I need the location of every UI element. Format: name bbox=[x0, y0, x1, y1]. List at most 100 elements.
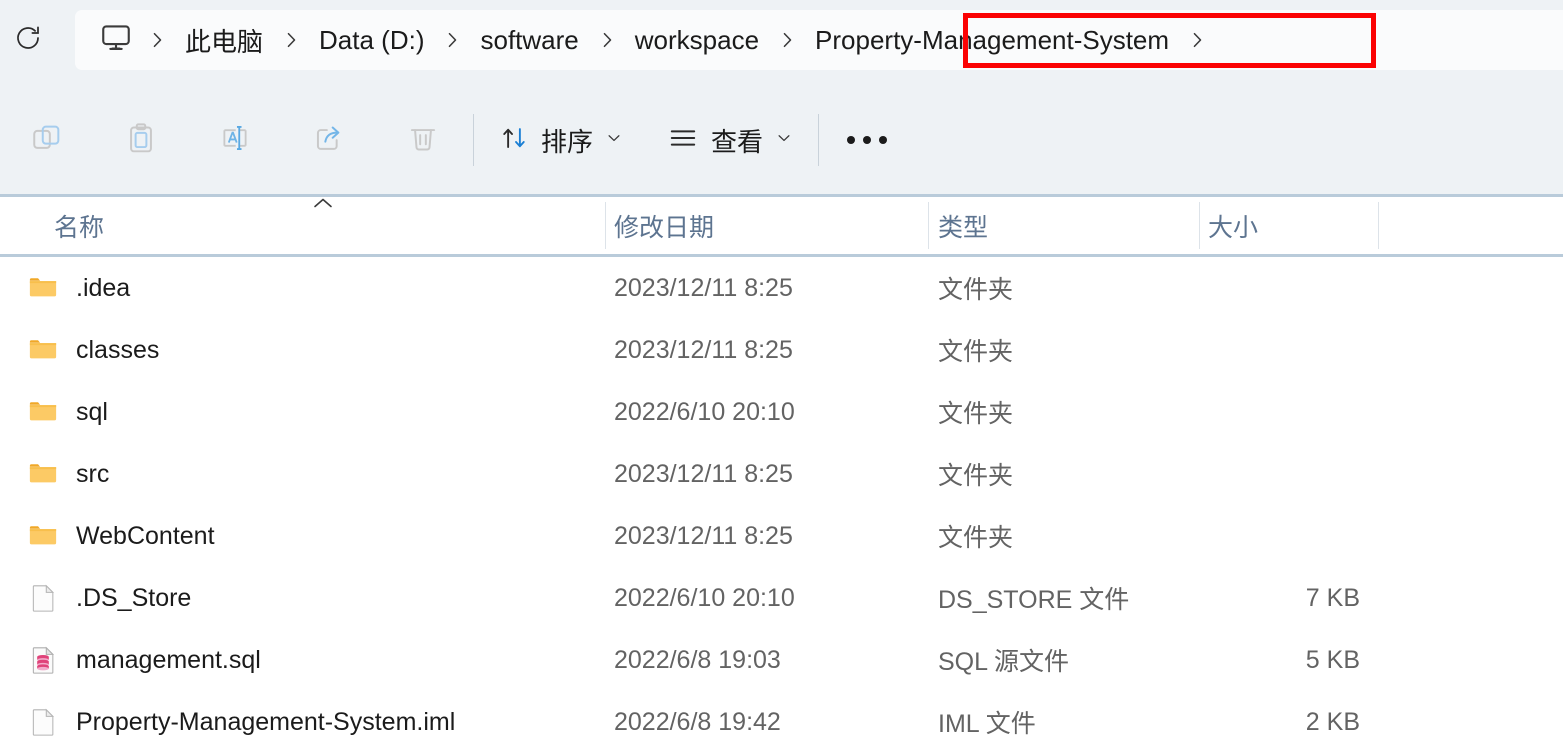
copy-button[interactable] bbox=[0, 106, 94, 174]
sort-button[interactable]: 排序 bbox=[477, 106, 645, 174]
file-name-label: Property-Management-System.iml bbox=[76, 707, 456, 736]
paste-button[interactable] bbox=[94, 106, 188, 174]
column-header-name[interactable]: 名称 bbox=[54, 197, 104, 254]
file-name-label: src bbox=[76, 459, 110, 488]
breadcrumb-separator-icon[interactable] bbox=[430, 30, 474, 50]
column-divider-size[interactable] bbox=[1378, 202, 1379, 249]
chevron-down-icon bbox=[775, 129, 793, 152]
file-name-label: classes bbox=[76, 335, 160, 364]
file-date-cell: 2023/12/11 8:25 bbox=[614, 335, 793, 364]
share-icon bbox=[312, 121, 346, 160]
file-size-cell bbox=[1208, 319, 1360, 381]
file-name-cell: src bbox=[28, 443, 109, 505]
file-name-cell: .idea bbox=[28, 257, 130, 319]
file-name-cell: WebContent bbox=[28, 505, 215, 567]
column-header-row: 名称 修改日期 类型 大小 bbox=[0, 197, 1563, 254]
file-size-cell bbox=[1208, 443, 1360, 505]
sort-icon bbox=[499, 123, 529, 158]
chevron-down-icon bbox=[605, 129, 623, 152]
file-size-cell bbox=[1208, 381, 1360, 443]
file-name-label: sql bbox=[76, 397, 108, 426]
list-view-icon bbox=[667, 122, 699, 159]
paste-icon bbox=[124, 121, 158, 160]
view-label: 查看 bbox=[711, 126, 764, 157]
monitor-icon bbox=[99, 20, 133, 61]
address-bar: 此电脑 Data (D:) software workspace Property-Ma… bbox=[0, 0, 1563, 80]
refresh-icon bbox=[13, 23, 43, 58]
file-name-label: .DS_Store bbox=[76, 583, 192, 612]
file-type-cell: 文件夹 bbox=[938, 524, 1014, 552]
more-options-button[interactable] bbox=[822, 106, 912, 174]
ellipsis-dot bbox=[863, 136, 872, 144]
file-type-cell: SQL 源文件 bbox=[938, 648, 1070, 676]
breadcrumb-item-0[interactable]: 此电脑 bbox=[179, 19, 269, 62]
command-toolbar: 排序 查看 bbox=[0, 84, 1563, 196]
breadcrumb-separator-icon[interactable] bbox=[135, 30, 179, 50]
file-date-cell: 2022/6/8 19:03 bbox=[614, 645, 781, 674]
column-header-type[interactable]: 类型 bbox=[938, 197, 988, 254]
toolbar-divider-2 bbox=[818, 114, 820, 166]
file-name-cell: sql bbox=[28, 381, 108, 443]
file-name-cell: .DS_Store bbox=[28, 567, 191, 629]
file-row[interactable]: classes 2023/12/11 8:25 文件夹 bbox=[0, 319, 1563, 381]
toolbar-divider-1 bbox=[473, 114, 474, 166]
folder-icon bbox=[28, 397, 58, 427]
file-date-cell: 2023/12/11 8:25 bbox=[614, 273, 793, 302]
file-date-cell: 2022/6/8 19:42 bbox=[614, 707, 781, 736]
file-type-cell: 文件夹 bbox=[938, 400, 1014, 428]
file-date-cell: 2023/12/11 8:25 bbox=[614, 459, 793, 488]
file-row[interactable]: .DS_Store 2022/6/10 20:10 DS_STORE 文件 7 KB bbox=[0, 567, 1563, 629]
breadcrumb-separator-icon[interactable] bbox=[585, 30, 629, 50]
file-size-cell: 7 KB bbox=[1305, 583, 1360, 612]
file-size-cell: 2 KB bbox=[1305, 707, 1360, 736]
rename-button[interactable] bbox=[188, 106, 282, 174]
file-list: .idea 2023/12/11 8:25 文件夹 classes 2023/12/11… bbox=[0, 257, 1563, 754]
breadcrumb-item-3[interactable]: workspace bbox=[629, 22, 765, 59]
file-icon bbox=[28, 583, 58, 613]
file-type-cell: IML 文件 bbox=[938, 710, 1036, 738]
breadcrumb-separator-icon[interactable] bbox=[765, 30, 809, 50]
view-button[interactable]: 查看 bbox=[645, 106, 815, 174]
file-type-cell: 文件夹 bbox=[938, 276, 1014, 304]
column-divider-date[interactable] bbox=[928, 202, 929, 249]
file-row[interactable]: .idea 2023/12/11 8:25 文件夹 bbox=[0, 257, 1563, 319]
breadcrumb-item-4[interactable]: Property-Management-System bbox=[809, 22, 1175, 59]
delete-button[interactable] bbox=[376, 106, 470, 174]
file-icon bbox=[28, 707, 58, 737]
file-name-cell: Property-Management-System.iml bbox=[28, 691, 455, 753]
column-header-size[interactable]: 大小 bbox=[1208, 197, 1258, 254]
folder-icon bbox=[28, 335, 58, 365]
file-row[interactable]: WebContent 2023/12/11 8:25 文件夹 bbox=[0, 505, 1563, 567]
sql-file-icon bbox=[28, 645, 58, 675]
file-date-cell: 2023/12/11 8:25 bbox=[614, 521, 793, 550]
rename-icon bbox=[218, 121, 252, 160]
column-header-date[interactable]: 修改日期 bbox=[614, 197, 714, 254]
file-name-cell: management.sql bbox=[28, 629, 261, 691]
file-type-cell: DS_STORE 文件 bbox=[938, 586, 1130, 614]
file-row[interactable]: src 2023/12/11 8:25 文件夹 bbox=[0, 443, 1563, 505]
file-size-cell: 5 KB bbox=[1305, 645, 1360, 674]
folder-icon bbox=[28, 459, 58, 489]
file-size-cell bbox=[1208, 257, 1360, 319]
file-name-label: .idea bbox=[76, 273, 131, 302]
file-name-label: WebContent bbox=[76, 521, 215, 550]
file-type-cell: 文件夹 bbox=[938, 338, 1014, 366]
folder-icon bbox=[28, 273, 58, 303]
copy-icon bbox=[30, 121, 64, 160]
breadcrumb-field[interactable]: 此电脑 Data (D:) software workspace Property-Ma… bbox=[75, 10, 1563, 70]
file-name-cell: classes bbox=[28, 319, 159, 381]
ellipsis-dot bbox=[847, 136, 856, 144]
breadcrumb-this-pc-icon[interactable] bbox=[97, 17, 135, 64]
breadcrumb-item-1[interactable]: Data (D:) bbox=[313, 22, 430, 59]
file-row[interactable]: management.sql 2022/6/8 19:03 SQL 源文件 5 KB bbox=[0, 629, 1563, 691]
file-row[interactable]: Property-Management-System.iml 2022/6/8 1… bbox=[0, 691, 1563, 753]
file-name-label: management.sql bbox=[76, 645, 261, 674]
refresh-button[interactable] bbox=[0, 16, 56, 64]
breadcrumb-separator-icon[interactable] bbox=[269, 30, 313, 50]
breadcrumb-item-2[interactable]: software bbox=[474, 22, 584, 59]
column-divider-name[interactable] bbox=[605, 202, 606, 249]
breadcrumb-expand-icon[interactable] bbox=[1175, 30, 1219, 50]
column-divider-type[interactable] bbox=[1199, 202, 1200, 249]
share-button[interactable] bbox=[282, 106, 376, 174]
file-row[interactable]: sql 2022/6/10 20:10 文件夹 bbox=[0, 381, 1563, 443]
